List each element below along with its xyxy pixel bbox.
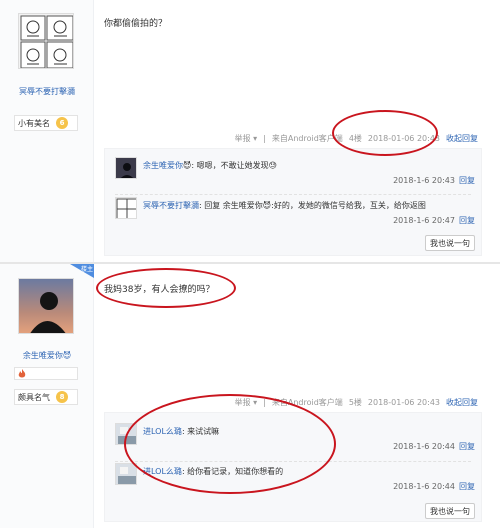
source-text: 来自Android客户端 [271,398,343,407]
reply-separator [115,461,471,462]
devil-emoji: 😈 [262,201,272,210]
honor-row [14,367,78,380]
reply-time-row: 2018-1-6 20:43 回复 [393,175,475,186]
reply-prefix: : 回复 [199,201,223,210]
reply-time-row: 2018-1-6 20:47 回复 [393,215,475,226]
collapse-reply-link[interactable]: 收起回复 [446,133,478,144]
reply-time: 2018-1-6 20:43 [393,176,455,185]
report-link[interactable]: 举报 ▾ [235,397,258,408]
floor-number: 5楼 [348,398,362,407]
say-something-button[interactable]: 我也说一句 [425,235,475,251]
reply-text: 冥辱不要打擊瀰: 回复 余生唯爱你😈:好的，发她的微信号给我，互关，给你返图 [143,200,426,211]
reply-item: 进LOL么璐: 给你看记录，知道你想看的 2018-1-6 20:44 回复 [115,463,475,497]
post-meta: 举报 ▾ | 来自Android客户端 4楼 2018-01-06 20:43 … [235,133,478,144]
reply-body: : 嗯嗯，不敢让她发现 [191,161,269,170]
silhouette-avatar-icon[interactable] [115,157,137,179]
reply-item: 冥辱不要打擊瀰: 回复 余生唯爱你😈:好的，发她的微信号给我，互关，给你返图 2… [115,197,475,231]
badge-title: 小有美名 [18,118,50,128]
reply-time: 2018-1-6 20:44 [393,482,455,491]
reply-text: 进LOL么璐: 来试试嘛 [143,426,219,437]
reply-username[interactable]: 冥辱不要打擊瀰 [143,201,199,210]
sweat-emoji: 😓 [268,161,277,170]
member-badge: 小有美名 6 [14,115,78,131]
reply-text: 进LOL么璐: 给你看记录，知道你想看的 [143,466,283,477]
louzhu-label: 楼主 [81,266,94,273]
reply-body: :好的，发她的微信号给我，互关，给你返图 [271,201,426,210]
reply-time: 2018-1-6 20:44 [393,442,455,451]
reply-body: : 给你看记录，知道你想看的 [181,467,284,476]
post-content: 你都偷偷拍的？ [104,19,168,29]
badge-title: 颇具名气 [18,392,50,402]
louzhu-ribbon-icon: 楼主 [66,264,94,278]
reply-body: : 来试试嘛 [181,427,220,436]
reply-time: 2018-1-6 20:47 [393,216,455,225]
floor-number: 4楼 [348,134,362,143]
room-avatar-icon[interactable] [115,463,137,485]
post-floor-5: 余生唯爱你😈 颇具名气 8 我妈38岁，有人会撩的吗？ 举报 ▾ | 来自And… [0,264,500,528]
collapse-reply-link[interactable]: 收起回复 [446,397,478,408]
reply-time-row: 2018-1-6 20:44 回复 [393,441,475,452]
post-floor-4: 冥辱不要打擊瀰 小有美名 6 你都偷偷拍的？ 举报 ▾ | 来自Android客… [0,0,500,262]
reply-thread: 余生唯爱你😈: 嗯嗯，不敢让她发现😓 2018-1-6 20:43 回复 冥辱不要… [104,148,482,256]
reply-link[interactable]: 回复 [459,176,475,185]
reply-thread: 进LOL么璐: 来试试嘛 2018-1-6 20:44 回复 进LOL么璐: 给你… [104,412,482,522]
reply-username[interactable]: 余生唯爱你 [143,161,183,170]
post-meta: 举报 ▾ | 来自Android客户端 5楼 2018-01-06 20:43 … [235,397,478,408]
divider: | [263,398,266,407]
post-time: 2018-01-06 20:43 [367,398,440,407]
level-icon: 8 [56,391,68,403]
reply-text: 余生唯爱你😈: 嗯嗯，不敢让她发现😓 [143,160,277,171]
devil-emoji: 😈 [62,351,72,360]
reply-link[interactable]: 回复 [459,216,475,225]
source-text: 来自Android客户端 [271,134,343,143]
silhouette-avatar-icon[interactable] [18,278,74,334]
report-link[interactable]: 举报 ▾ [235,133,258,144]
author-username[interactable]: 冥辱不要打擊瀰 [0,86,94,97]
author-username[interactable]: 余生唯爱你😈 [0,350,94,361]
level-icon: 6 [56,117,68,129]
author-name-text[interactable]: 余生唯爱你 [23,351,63,360]
reply-link[interactable]: 回复 [459,442,475,451]
post-content: 我妈38岁，有人会撩的吗？ [104,285,215,295]
reply-separator [115,194,471,195]
reply-time-row: 2018-1-6 20:44 回复 [393,481,475,492]
reply-link[interactable]: 回复 [459,482,475,491]
flame-icon [18,369,26,378]
reply-item: 进LOL么璐: 来试试嘛 2018-1-6 20:44 回复 [115,423,475,457]
comic-avatar-icon[interactable] [18,13,74,69]
reply-username[interactable]: 进LOL么璐 [143,467,182,476]
say-something-button[interactable]: 我也说一句 [425,503,475,519]
post-time: 2018-01-06 20:43 [367,134,440,143]
reply-username[interactable]: 进LOL么璐 [143,427,182,436]
comic-avatar-icon[interactable] [115,197,137,219]
room-avatar-icon[interactable] [115,423,137,445]
member-badge: 颇具名气 8 [14,389,78,405]
divider: | [263,134,266,143]
reply-target[interactable]: 余生唯爱你 [223,201,263,210]
reply-item: 余生唯爱你😈: 嗯嗯，不敢让她发现😓 2018-1-6 20:43 回复 [115,157,475,191]
